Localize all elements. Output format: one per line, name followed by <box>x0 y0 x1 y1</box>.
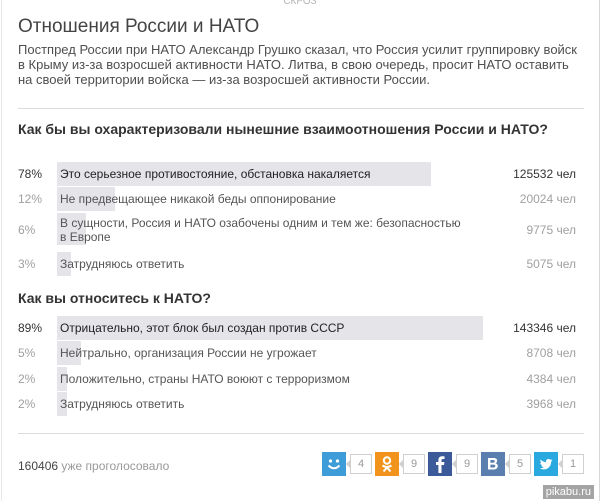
answer-row[interactable]: 2% Затрудняюсь ответить 3968 чел <box>18 392 580 416</box>
share-count: 9 <box>399 454 425 474</box>
answer-label: Это серьезное противостояние, обстановка… <box>60 167 371 181</box>
share-count: 1 <box>558 454 584 474</box>
ok-icon[interactable] <box>375 452 399 476</box>
answer-label: Затрудняюсь ответить <box>60 397 185 411</box>
total-voted-count: 160406 <box>18 459 59 473</box>
answer-label: Нейтрально, организация России не угрожа… <box>60 346 317 360</box>
answer-count: 5075 чел <box>526 257 576 271</box>
answer-label: Не предвещающее никакой беды оппонирован… <box>60 192 336 206</box>
answer-percent: 3% <box>18 257 36 271</box>
poll-question-1: Как бы вы охарактеризовали нынешние взаи… <box>18 121 548 137</box>
frame-left-border <box>1 0 2 501</box>
answer-row[interactable]: 78% Это серьезное противостояние, обстан… <box>18 162 580 186</box>
answer-row[interactable]: 89% Отрицательно, этот блок был создан п… <box>18 316 580 340</box>
answer-label: Положительно, страны НАТО воюют с террор… <box>60 372 350 386</box>
total-voted-label: уже проголосовало <box>61 459 170 473</box>
share-count: 4 <box>346 454 372 474</box>
answer-row[interactable]: 6% В сущности, Россия и НАТО озабочены о… <box>18 213 580 245</box>
answer-count: 143346 чел <box>513 321 576 335</box>
poll-lead: Постпред России при НАТО Александр Грушк… <box>18 42 577 87</box>
answer-label: В сущности, Россия и НАТО озабочены одни… <box>60 216 461 244</box>
divider <box>18 108 584 109</box>
answer-percent: 2% <box>18 397 36 411</box>
answer-percent: 78% <box>18 167 43 181</box>
answer-count: 8708 чел <box>526 346 576 360</box>
answer-row[interactable]: 2% Положительно, страны НАТО воюют с тер… <box>18 367 580 391</box>
answer-percent: 5% <box>18 346 36 360</box>
answer-count: 3968 чел <box>526 397 576 411</box>
poll-title: Отношения России и НАТО <box>18 16 260 37</box>
share-count: 5 <box>505 454 531 474</box>
answer-percent: 6% <box>18 223 36 237</box>
vk-icon[interactable] <box>481 452 505 476</box>
answer-row[interactable]: 3% Затрудняюсь ответить 5075 чел <box>18 252 580 276</box>
answer-row[interactable]: 12% Не предвещающее никакой беды оппонир… <box>18 187 580 211</box>
divider <box>18 433 584 434</box>
top-cut-text: СКРОЗ <box>283 0 317 6</box>
answer-percent: 12% <box>18 192 43 206</box>
twitter-icon[interactable] <box>534 452 558 476</box>
answer-label: Затрудняюсь ответить <box>60 257 185 271</box>
answer-count: 20024 чел <box>519 192 576 206</box>
smile-icon[interactable] <box>322 452 346 476</box>
answer-count: 4384 чел <box>526 372 576 386</box>
total-voted: 160406 уже проголосовало <box>18 459 169 473</box>
facebook-icon[interactable] <box>428 452 452 476</box>
share-count: 9 <box>452 454 478 474</box>
answer-percent: 2% <box>18 372 36 386</box>
answer-count: 9775 чел <box>526 223 576 237</box>
answer-count: 125532 чел <box>513 167 576 181</box>
poll-question-2: Как вы относитесь к НАТО? <box>18 290 211 306</box>
watermark: pikabu.ru <box>542 485 594 499</box>
answer-label: Отрицательно, этот блок был создан проти… <box>60 321 345 335</box>
answer-percent: 89% <box>18 321 43 335</box>
answer-row[interactable]: 5% Нейтрально, организация России не угр… <box>18 341 580 365</box>
